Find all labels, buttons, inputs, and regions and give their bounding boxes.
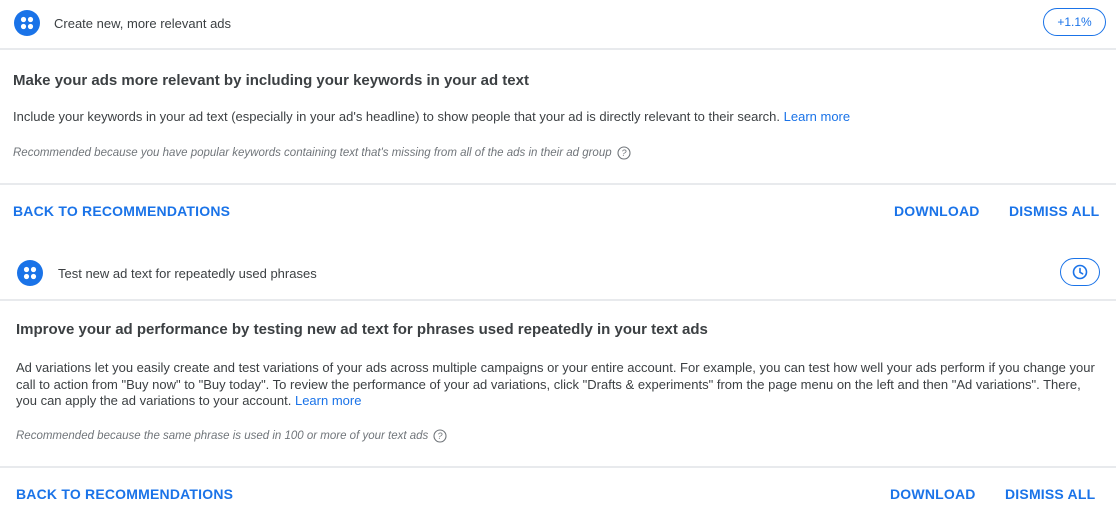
download-button[interactable]: DOWNLOAD [894,203,980,219]
help-icon[interactable]: ? [617,146,631,160]
back-to-recommendations-button[interactable]: BACK TO RECOMMENDATIONS [13,203,230,219]
recommendation-type-icon [14,10,40,36]
card1-header-title: Create new, more relevant ads [54,16,232,31]
dismiss-all-button[interactable]: DISMISS ALL [1009,203,1099,219]
card2-reason-text: Recommended because the same phrase is u… [16,430,429,442]
divider [0,466,1116,468]
card2-recommendation-title: Improve your ad performance by testing n… [16,321,708,338]
dismiss-all-button[interactable]: DISMISS ALL [1005,486,1095,502]
card1-reason: Recommended because you have popular key… [13,146,631,160]
card1-description-text: Include your keywords in your ad text (e… [13,109,780,124]
divider [0,48,1116,50]
card2-header-title: Test new ad text for repeatedly used phr… [58,266,317,281]
card1-description: Include your keywords in your ad text (e… [13,109,1103,126]
card1-recommendation-title: Make your ads more relevant by including… [13,72,529,89]
recommendation-type-icon [17,260,43,286]
divider [0,183,1116,185]
score-uplift-badge[interactable]: +1.1% [1043,8,1106,36]
card2-description: Ad variations let you easily create and … [16,360,1096,410]
card1-learn-more-link[interactable]: Learn more [784,109,850,124]
card2-reason: Recommended because the same phrase is u… [16,429,447,443]
back-to-recommendations-button[interactable]: BACK TO RECOMMENDATIONS [16,486,233,502]
card2-learn-more-link[interactable]: Learn more [295,393,361,408]
help-icon[interactable]: ? [433,429,447,443]
download-button[interactable]: DOWNLOAD [890,486,976,502]
card2-description-text: Ad variations let you easily create and … [16,360,1095,408]
divider [0,299,1116,301]
clock-icon[interactable] [1060,258,1100,286]
svg-text:?: ? [438,431,443,441]
card1-reason-text: Recommended because you have popular key… [13,147,612,159]
svg-text:?: ? [621,148,626,158]
